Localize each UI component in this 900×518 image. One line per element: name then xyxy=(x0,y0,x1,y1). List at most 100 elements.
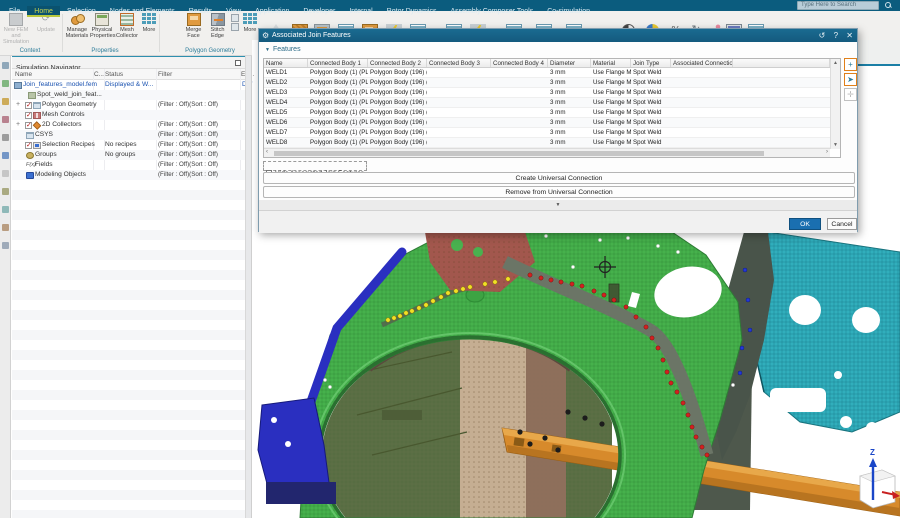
dialog-close-icon[interactable]: ✕ xyxy=(846,31,853,40)
menu-item-file[interactable]: File xyxy=(2,6,27,17)
menu-item-home[interactable]: Home xyxy=(27,6,60,17)
menu-item-view[interactable]: View xyxy=(219,6,248,17)
hide-associated-checkbox[interactable]: Hide Associated Join Features xyxy=(263,161,367,171)
node-label[interactable]: Spot_weld_join_feat... xyxy=(37,91,102,98)
col-filter[interactable]: Filter xyxy=(158,71,172,78)
table-row[interactable]: WELD5Polygon Body (1) (PL-00...Polygon B… xyxy=(264,108,830,118)
node-label[interactable]: Selection Recipes xyxy=(42,141,95,148)
menu-item-selection[interactable]: Selection xyxy=(60,6,103,17)
column-header[interactable]: Name xyxy=(264,59,308,67)
cancel-button[interactable]: Cancel xyxy=(827,218,857,230)
panel-splitter[interactable] xyxy=(245,56,252,518)
resource-bar-icon[interactable] xyxy=(2,242,9,249)
node-label[interactable]: Modeling Objects xyxy=(35,171,86,178)
column-header[interactable]: Diameter xyxy=(548,59,591,67)
table-row[interactable]: WELD3Polygon Body (1) (PL-00...Polygon B… xyxy=(264,88,830,98)
resource-bar-icon[interactable] xyxy=(2,206,9,213)
resource-bar-icon[interactable] xyxy=(2,80,9,87)
table-row[interactable]: WELD1Polygon Body (1) (PL-00...Polygon B… xyxy=(264,68,830,78)
node-label[interactable]: Mesh Controls xyxy=(42,111,85,118)
ok-button[interactable]: OK xyxy=(789,218,821,230)
resource-bar-icon[interactable] xyxy=(2,152,9,159)
column-header[interactable]: Join Type xyxy=(631,59,671,67)
table-row[interactable]: WELD4Polygon Body (1) (PL-00...Polygon B… xyxy=(264,98,830,108)
menu-item-developer[interactable]: Developer xyxy=(296,6,342,17)
col-status[interactable]: Status xyxy=(105,71,123,78)
scrollbar-thumb[interactable] xyxy=(274,151,764,156)
nav-row[interactable]: F(x)Fields(Filter : Off)(Sort : Off) xyxy=(12,160,245,170)
nav-row[interactable]: +Polygon Geometry(Filter : Off)(Sort : O… xyxy=(12,100,245,110)
column-header[interactable]: Material xyxy=(591,59,631,67)
scroll-up-icon[interactable]: ▲ xyxy=(831,60,840,66)
menu-item-internal[interactable]: Internal xyxy=(342,6,379,17)
menu-item-rotor-dynamics[interactable]: Rotor Dynamics xyxy=(380,6,444,17)
node-label[interactable]: Join_features_model.fem xyxy=(23,81,97,88)
visibility-checkbox[interactable] xyxy=(25,112,32,119)
scroll-left-icon[interactable]: ‹ xyxy=(266,149,268,155)
menu-item-application[interactable]: Application xyxy=(248,6,296,17)
dialog-title-bar[interactable]: ⚙ Associated Join Features ↺ ? ✕ xyxy=(259,29,857,42)
node-label[interactable]: 2D Collectors xyxy=(42,121,82,128)
add-join-feature-button[interactable]: + xyxy=(844,58,857,71)
nav-row[interactable]: Modeling Objects(Filter : Off)(Sort : Of… xyxy=(12,170,245,180)
locate-feature-button[interactable]: ✛ xyxy=(844,88,857,101)
select-feature-button[interactable]: ➤ xyxy=(844,73,857,86)
node-label[interactable]: Polygon Geometry xyxy=(42,101,97,108)
table-row[interactable]: WELD7Polygon Body (1) (PL-00...Polygon B… xyxy=(264,128,830,138)
nav-row[interactable]: Join_features_model.femDisplayed & W...D… xyxy=(12,80,245,90)
resource-bar-icon[interactable] xyxy=(2,98,9,105)
resource-bar-icon[interactable] xyxy=(2,134,9,141)
scroll-right-icon[interactable]: › xyxy=(826,149,828,155)
ribbon-group-properties[interactable]: Properties xyxy=(75,48,135,54)
node-label[interactable]: CSYS xyxy=(35,131,53,138)
column-header[interactable]: Connected Body 3 xyxy=(427,59,491,67)
scroll-down-icon[interactable]: ▼ xyxy=(831,142,840,148)
remove-from-universal-connection-button[interactable]: Remove from Universal Connection xyxy=(263,186,855,198)
col-c[interactable]: C... xyxy=(94,71,104,78)
visibility-checkbox[interactable] xyxy=(25,122,32,129)
vertical-scrollbar[interactable]: ▲ ▼ xyxy=(830,59,840,149)
search-input[interactable]: Type Here to Search xyxy=(797,1,879,10)
expand-icon[interactable]: + xyxy=(16,121,20,128)
nav-row[interactable]: Mesh Controls xyxy=(12,110,245,120)
search-icon[interactable] xyxy=(885,2,891,8)
panel-window-icon[interactable] xyxy=(235,60,241,66)
visibility-checkbox[interactable] xyxy=(25,142,32,149)
visibility-checkbox[interactable] xyxy=(25,102,32,109)
column-header[interactable]: Connected Body 4 xyxy=(491,59,548,67)
dialog-help-icon[interactable]: ? xyxy=(834,31,838,40)
node-label[interactable]: Fields xyxy=(35,161,53,168)
resource-bar-icon[interactable] xyxy=(2,170,9,177)
menu-item-co-simulation[interactable]: Co-simulation xyxy=(540,6,597,17)
resource-bar-icon[interactable] xyxy=(2,224,9,231)
column-header[interactable]: Connected Body 2 xyxy=(368,59,427,67)
nav-row[interactable]: +2D Collectors(Filter : Off)(Sort : Off) xyxy=(12,120,245,130)
node-label[interactable]: Groups xyxy=(35,151,57,158)
ribbon-new-fem-simulation-button[interactable]: New FEM and Simulation xyxy=(2,13,30,45)
nav-row[interactable]: Selection RecipesNo recipes(Filter : Off… xyxy=(12,140,245,150)
dialog-collapse-strip[interactable]: ▼ xyxy=(259,200,857,210)
dialog-reset-icon[interactable]: ↺ xyxy=(819,31,826,40)
panel-header[interactable]: Simulation Navigator xyxy=(12,57,245,69)
menu-item-results[interactable]: Results xyxy=(182,6,219,17)
column-header[interactable]: Connected Body 1 xyxy=(308,59,368,67)
nav-row[interactable]: CSYS(Filter : Off)(Sort : Off) xyxy=(12,130,245,140)
resource-bar-icon[interactable] xyxy=(2,62,9,69)
menu-item-assembly-composer-tools[interactable]: Assembly Composer Tools xyxy=(443,6,540,17)
resource-bar-icon[interactable] xyxy=(2,188,9,195)
ribbon-group-polygon-geometry[interactable]: Polygon Geometry xyxy=(175,48,245,54)
nav-row[interactable]: Spot_weld_join_feat... xyxy=(12,90,245,100)
horizontal-scrollbar[interactable]: ‹ › xyxy=(264,148,830,157)
ribbon-group-context[interactable]: Context xyxy=(6,48,54,54)
column-header[interactable]: Associated Connection xyxy=(671,59,733,67)
model-cyan-panel[interactable] xyxy=(752,232,900,435)
expand-icon[interactable]: + xyxy=(16,101,20,108)
table-row[interactable]: WELD2Polygon Body (1) (PL-00...Polygon B… xyxy=(264,78,830,88)
features-section-header[interactable]: ▼Features xyxy=(265,46,301,53)
table-row[interactable]: WELD8Polygon Body (1) (PL-00...Polygon B… xyxy=(264,138,830,148)
menu-item-nodes-and-elements[interactable]: Nodes and Elements xyxy=(103,6,182,17)
col-name[interactable]: Name xyxy=(15,71,32,78)
table-row[interactable]: WELD6Polygon Body (1) (PL-00...Polygon B… xyxy=(264,118,830,128)
create-universal-connection-button[interactable]: Create Universal Connection xyxy=(263,172,855,184)
resource-bar-icon[interactable] xyxy=(2,116,9,123)
